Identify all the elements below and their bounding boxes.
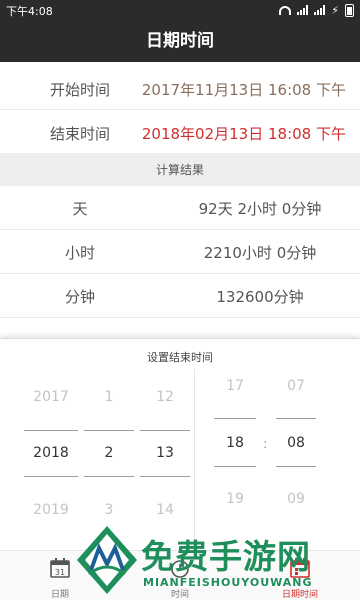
year-selected[interactable]: 2018 xyxy=(24,445,78,461)
minute-selected[interactable]: 08 xyxy=(276,435,316,451)
minute-line-bottom xyxy=(276,466,316,467)
month-selected[interactable]: 2 xyxy=(84,445,134,461)
result-days-value: 92天 2小时 0分钟 xyxy=(198,200,322,218)
minute-line-top xyxy=(276,418,316,419)
year-wheel[interactable]: 2017 2018 2019 xyxy=(24,339,78,551)
watermark-title: 免费手游网 xyxy=(141,537,311,576)
minute-next[interactable]: 09 xyxy=(276,491,316,507)
page-title: 日期时间 xyxy=(0,20,360,62)
result-minutes-value: 132600分钟 xyxy=(216,288,304,306)
day-wheel[interactable]: 12 13 14 xyxy=(140,339,190,551)
hour-line-top xyxy=(214,418,256,419)
hour-prev[interactable]: 17 xyxy=(214,378,256,394)
month-wheel[interactable]: 1 2 3 xyxy=(84,339,134,551)
signal-icon-2 xyxy=(314,5,326,15)
calendar-icon: 31 xyxy=(50,558,70,578)
result-row-hours: 小时 2210小时 0分钟 xyxy=(0,230,360,274)
hour-wheel[interactable]: 17 18 19 xyxy=(214,339,256,551)
year-prev[interactable]: 2017 xyxy=(24,389,78,405)
result-row-days: 天 92天 2小时 0分钟 xyxy=(0,186,360,230)
wifi-icon xyxy=(279,5,292,15)
hour-selected[interactable]: 18 xyxy=(214,435,256,451)
watermark: 免费手游网 MIANFEISHOUYOUWANG xyxy=(75,522,355,598)
result-row-minutes: 分钟 132600分钟 xyxy=(0,274,360,318)
svg-text:31: 31 xyxy=(55,568,65,577)
day-prev[interactable]: 12 xyxy=(140,389,190,405)
result-hours-value: 2210小时 0分钟 xyxy=(203,244,317,262)
signal-icon xyxy=(297,5,309,15)
month-line-bottom xyxy=(84,476,134,477)
month-line-top xyxy=(84,430,134,431)
year-line-bottom xyxy=(24,476,78,477)
hour-line-bottom xyxy=(214,466,256,467)
result-minutes-label: 分钟 xyxy=(64,288,95,306)
end-time-row[interactable]: 结束时间 2018年02月13日 18:08 下午 xyxy=(0,110,360,154)
day-line-top xyxy=(140,430,190,431)
month-prev[interactable]: 1 xyxy=(84,389,134,405)
year-next[interactable]: 2019 xyxy=(24,502,78,518)
end-time-label: 结束时间 xyxy=(50,125,111,143)
result-row-partial xyxy=(0,318,360,338)
start-time-value[interactable]: 2017年11月13日 16:08 下午 xyxy=(142,79,346,100)
minute-wheel[interactable]: 07 08 09 xyxy=(276,339,316,551)
day-next[interactable]: 14 xyxy=(140,502,190,518)
month-next[interactable]: 3 xyxy=(84,502,134,518)
day-line-bottom xyxy=(140,476,190,477)
charging-icon: ⚡ xyxy=(331,3,339,17)
result-days-label: 天 xyxy=(72,200,88,218)
result-hours-label: 小时 xyxy=(64,244,95,262)
results-section-header: 计算结果 xyxy=(0,154,360,186)
watermark-logo-icon xyxy=(77,526,137,594)
year-line-top xyxy=(24,430,78,431)
status-time: 下午4:08 xyxy=(6,5,53,18)
status-bar: 下午4:08 ⚡ xyxy=(0,0,360,20)
day-selected[interactable]: 13 xyxy=(140,445,190,461)
hour-next[interactable]: 19 xyxy=(214,491,256,507)
start-time-label: 开始时间 xyxy=(50,81,111,99)
time-separator: : xyxy=(263,437,268,452)
start-time-row[interactable]: 开始时间 2017年11月13日 16:08 下午 xyxy=(0,66,360,110)
status-icons: ⚡ xyxy=(279,2,354,18)
end-time-picker[interactable]: 设置结束时间 2017 2018 2019 1 2 3 12 13 14 17 … xyxy=(0,338,360,551)
end-time-value[interactable]: 2018年02月13日 18:08 下午 xyxy=(142,123,346,144)
battery-icon xyxy=(345,3,354,17)
watermark-subtitle: MIANFEISHOUYOUWANG xyxy=(143,576,313,589)
minute-prev[interactable]: 07 xyxy=(276,378,316,394)
